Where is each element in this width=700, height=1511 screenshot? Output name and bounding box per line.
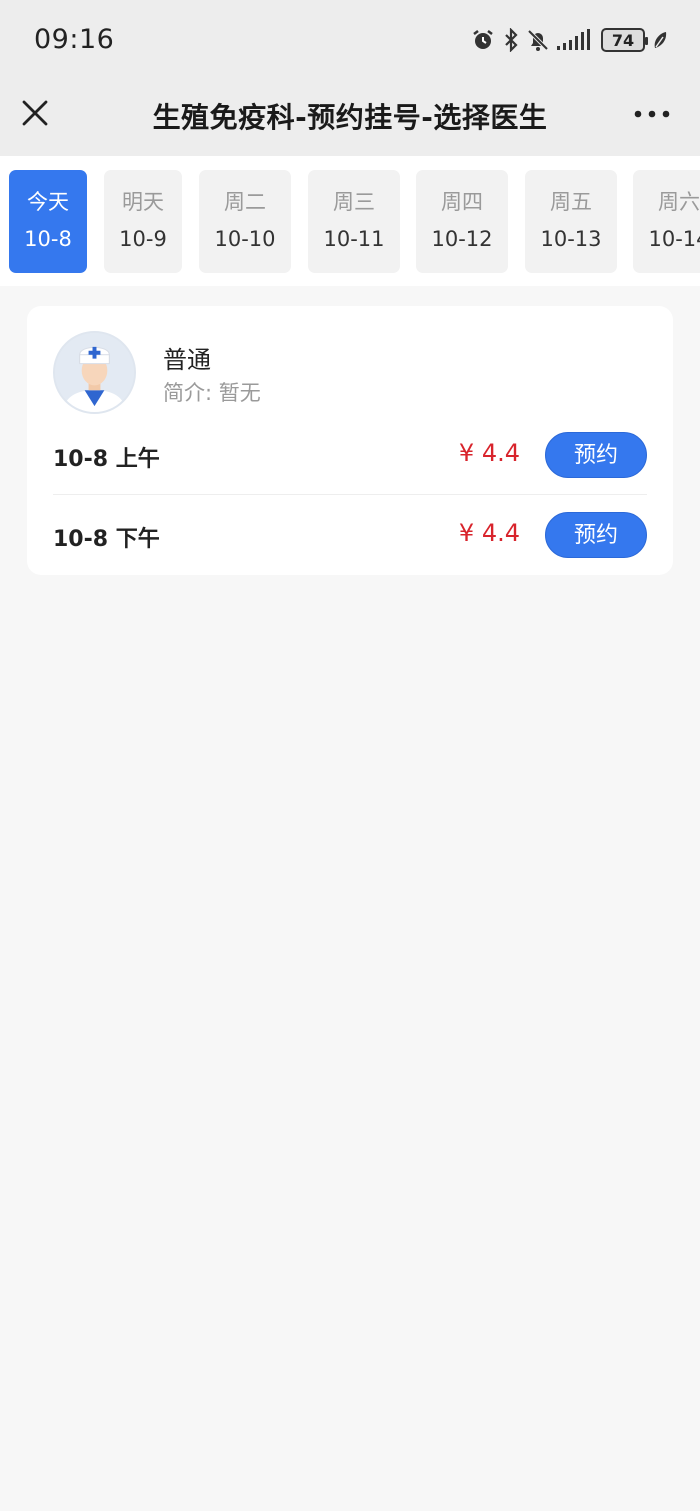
slot-price: ¥ 4.4: [458, 439, 520, 467]
date-tab-weekday: 今天: [27, 190, 69, 214]
doctor-card: 普通 简介: 暂无 10-8 上午 ¥ 4.4 预约 10-8 下午 ¥ 4.4…: [27, 306, 673, 575]
date-tab-date: 10-14: [648, 227, 700, 251]
date-tab-tuesday[interactable]: 周二 10-10: [199, 170, 291, 273]
page-title: 生殖免疫科-预约挂号-选择医生: [152, 101, 548, 134]
date-tab-friday[interactable]: 周五 10-13: [525, 170, 617, 273]
date-tab-weekday: 周六: [658, 190, 700, 214]
doctor-intro: 简介: 暂无: [163, 381, 261, 405]
date-tab-date: 10-9: [119, 227, 167, 251]
time-slot-row: 10-8 上午 ¥ 4.4 预约: [53, 415, 647, 495]
status-time: 09:16: [34, 24, 115, 55]
alarm-icon: [473, 30, 493, 49]
date-tab-thursday[interactable]: 周四 10-12: [416, 170, 508, 273]
date-tab-weekday: 周三: [333, 190, 375, 214]
avatar: [53, 331, 136, 414]
date-tab-tomorrow[interactable]: 明天 10-9: [104, 170, 182, 273]
date-tab-date: 10-11: [323, 227, 385, 251]
date-tab-saturday[interactable]: 周六 10-14: [633, 170, 700, 273]
book-button[interactable]: 预约: [545, 432, 647, 478]
slot-time: 10-8 下午: [53, 527, 160, 552]
date-tab-wednesday[interactable]: 周三 10-11: [308, 170, 400, 273]
signal-icon: [557, 29, 590, 50]
doctor-avatar-icon: [55, 333, 134, 412]
date-tab-date: 10-8: [24, 227, 72, 251]
book-button[interactable]: 预约: [545, 512, 647, 558]
date-tab-weekday: 明天: [122, 190, 164, 214]
nav-bar: 生殖免疫科-预约挂号-选择医生: [0, 80, 700, 156]
slot-price: ¥ 4.4: [458, 519, 520, 547]
status-icons: 74: [471, 26, 668, 54]
slot-time: 10-8 上午: [53, 447, 160, 472]
doctor-name: 普通: [163, 346, 211, 374]
mute-bell-icon: [527, 29, 549, 51]
bluetooth-icon: [505, 28, 518, 52]
date-tab-date: 10-13: [540, 227, 602, 251]
date-tab-weekday: 周二: [224, 190, 266, 214]
more-icon[interactable]: [632, 102, 672, 126]
date-tab-date: 10-10: [214, 227, 276, 251]
date-tab-weekday: 周五: [550, 190, 592, 214]
battery-icon: 74: [601, 28, 648, 52]
date-selector: 今天 10-8 明天 10-9 周二 10-10 周三 10-11 周四 10-…: [0, 156, 700, 286]
time-slot-row: 10-8 下午 ¥ 4.4 预约: [53, 495, 647, 575]
date-tab-date: 10-12: [431, 227, 493, 251]
date-tab-weekday: 周四: [441, 190, 483, 214]
leaf-icon: [654, 32, 667, 48]
date-tab-today[interactable]: 今天 10-8: [9, 170, 87, 273]
status-bar: 09:16 74: [0, 0, 700, 80]
